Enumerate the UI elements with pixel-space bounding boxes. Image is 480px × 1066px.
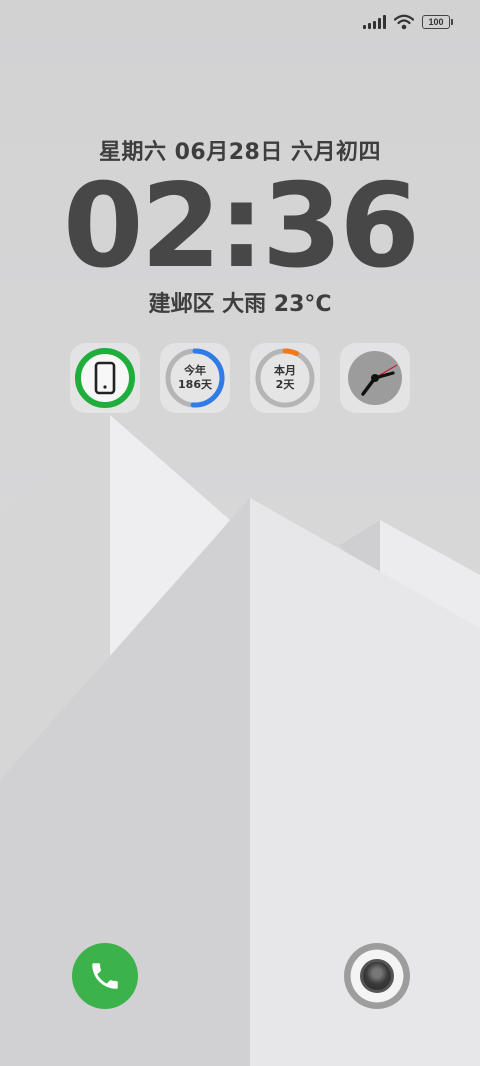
status-bar: 100 xyxy=(363,14,453,30)
camera-icon xyxy=(360,959,394,993)
month-progress-widget[interactable]: 本月 2天 xyxy=(250,343,320,413)
month-days: 2天 xyxy=(275,378,295,391)
phone-button[interactable] xyxy=(72,943,138,1009)
lock-clock: 02:36 xyxy=(62,159,420,294)
year-progress-widget[interactable]: 今年 186天 xyxy=(160,343,230,413)
phone-icon xyxy=(92,963,118,989)
weather-summary[interactable]: 建邺区 大雨 23°C xyxy=(0,286,480,318)
battery-icon: 100 xyxy=(422,15,453,29)
month-progress-text: 本月 2天 xyxy=(250,343,320,413)
wifi-icon xyxy=(394,14,414,30)
year-progress-text: 今年 186天 xyxy=(160,343,230,413)
year-label: 今年 xyxy=(184,364,206,377)
camera-button[interactable] xyxy=(344,943,410,1009)
phone-usage-ring xyxy=(75,348,135,408)
analog-clock-widget[interactable] xyxy=(340,343,410,413)
signal-icon xyxy=(363,15,386,29)
month-label: 本月 xyxy=(274,364,296,377)
phone-usage-widget[interactable] xyxy=(70,343,140,413)
clock-icon xyxy=(348,351,402,405)
widget-row: 今年 186天 本月 2天 xyxy=(70,343,410,413)
year-days: 186天 xyxy=(178,378,212,391)
